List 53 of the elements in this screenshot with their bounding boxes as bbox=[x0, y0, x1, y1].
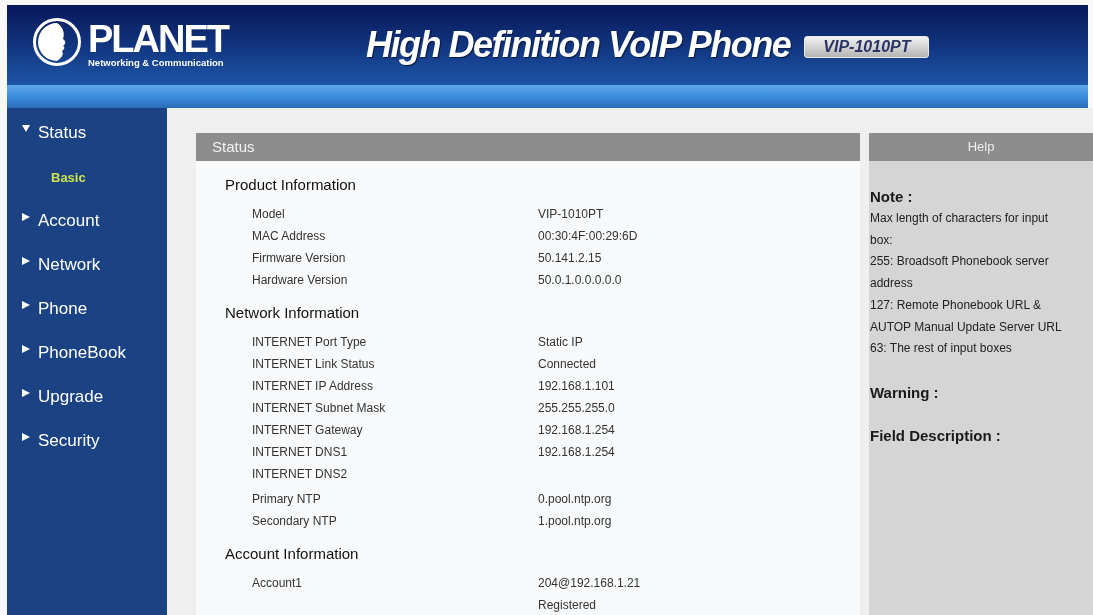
field-value: 50.141.2.15 bbox=[538, 250, 602, 266]
field-value: 192.168.1.254 bbox=[538, 444, 615, 460]
section-heading: Account Information bbox=[225, 544, 360, 564]
nav-item[interactable]: Phone bbox=[7, 287, 88, 331]
field-label: INTERNET DNS1 bbox=[252, 444, 348, 460]
warning-heading: Warning : bbox=[870, 382, 940, 403]
note-text: 255: Broadsoft Phonebook server address bbox=[870, 253, 1050, 293]
help-title: Help bbox=[869, 133, 1093, 161]
nav-item[interactable]: Upgrade bbox=[7, 375, 104, 419]
panel-title: Status bbox=[196, 133, 860, 161]
nav-item[interactable]: Network bbox=[7, 243, 101, 287]
field-label: Account1 bbox=[252, 575, 303, 591]
banner-title: High Definition VoIP Phone bbox=[366, 25, 791, 65]
nav-item[interactable]: Account bbox=[7, 199, 100, 243]
field-value: Static IP bbox=[538, 334, 583, 350]
logo-wordmark: PLANET bbox=[88, 21, 228, 57]
nav-item[interactable]: Status bbox=[7, 111, 87, 155]
field-value: 204@192.168.1.21 bbox=[538, 575, 641, 591]
field-label: INTERNET Link Status bbox=[252, 356, 375, 372]
field-value: 00:30:4F:00:29:6D bbox=[538, 228, 638, 244]
field-value: Registered bbox=[538, 597, 597, 613]
field-label: INTERNET Subnet Mask bbox=[252, 400, 386, 416]
field-label: Hardware Version bbox=[252, 272, 348, 288]
field-value: 50.0.1.0.0.0.0.0 bbox=[538, 272, 622, 288]
field-label: INTERNET DNS2 bbox=[252, 466, 348, 482]
field-label: Primary NTP bbox=[252, 491, 321, 507]
field-label: INTERNET IP Address bbox=[252, 378, 373, 394]
field-value: 192.168.1.254 bbox=[538, 422, 615, 438]
note-heading: Note : bbox=[870, 187, 914, 207]
logo-icon bbox=[33, 18, 81, 66]
nav-item[interactable]: Security bbox=[7, 419, 100, 463]
field-value: 255.255.255.0 bbox=[538, 400, 615, 416]
section-heading: Product Information bbox=[225, 175, 357, 195]
nav-subitem[interactable]: Basic bbox=[7, 155, 86, 199]
note-text: 63: The rest of input boxes bbox=[870, 340, 1013, 358]
model-badge: VIP-1010PT bbox=[804, 35, 930, 58]
note-text: Max length of characters for input box: bbox=[870, 210, 1050, 249]
field-value: 192.168.1.101 bbox=[538, 378, 615, 394]
field-label: INTERNET Gateway bbox=[252, 422, 363, 438]
section-heading: Network Information bbox=[225, 303, 361, 323]
field-description-heading: Field Description : bbox=[870, 425, 1002, 446]
field-label: MAC Address bbox=[252, 228, 326, 244]
field-label: INTERNET Port Type bbox=[252, 334, 367, 350]
field-label: Model bbox=[252, 206, 285, 222]
nav-item[interactable]: PhoneBook bbox=[7, 331, 126, 375]
field-value: Connected bbox=[538, 356, 597, 372]
field-value: VIP-1010PT bbox=[538, 206, 604, 222]
field-value: 1.pool.ntp.org bbox=[538, 513, 612, 529]
field-label: Firmware Version bbox=[252, 250, 346, 266]
note-text: 127: Remote Phonebook URL & AUTOP Manual Update Server URL bbox=[870, 296, 1063, 336]
field-value: 0.pool.ntp.org bbox=[538, 491, 612, 507]
logo-tagline: Networking & Communication bbox=[88, 57, 225, 69]
field-label: Secondary NTP bbox=[252, 513, 337, 529]
